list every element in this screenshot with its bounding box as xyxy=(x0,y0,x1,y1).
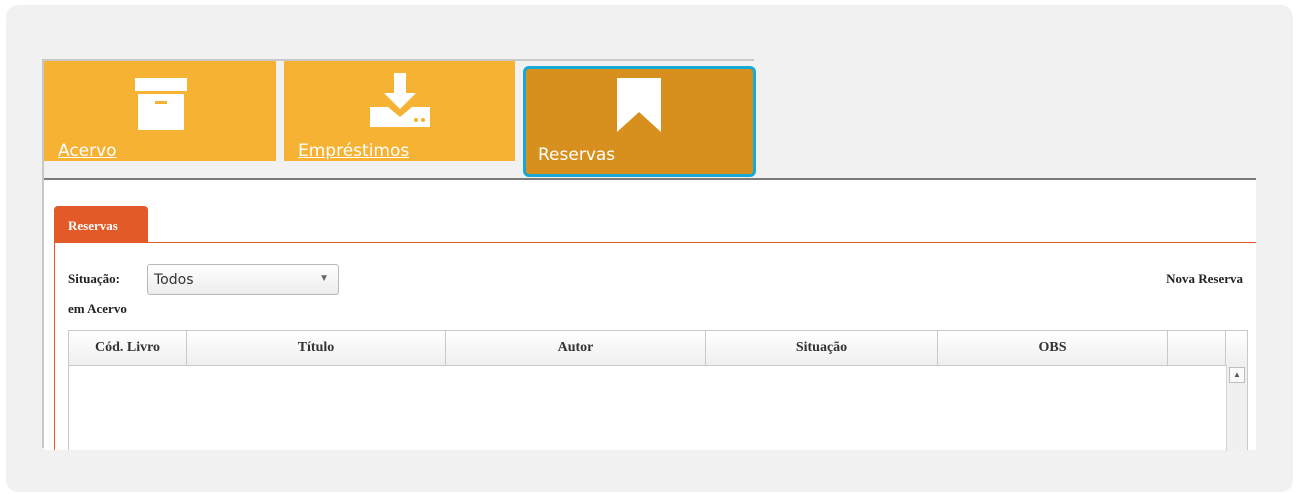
tile-acervo[interactable]: Acervo xyxy=(44,61,276,161)
tile-emprestimos-label: Empréstimos xyxy=(298,141,410,161)
tile-acervo-label: Acervo xyxy=(58,141,117,161)
situacao-select[interactable]: Todos ▼ xyxy=(147,264,339,295)
column-header-obs[interactable]: OBS xyxy=(938,331,1168,365)
content-left-border xyxy=(54,243,55,450)
column-header-cod-livro[interactable]: Cód. Livro xyxy=(69,331,187,365)
column-header-autor[interactable]: Autor xyxy=(446,331,706,365)
column-header-titulo[interactable]: Título xyxy=(187,331,446,365)
archive-box-icon xyxy=(135,78,187,130)
tab-underline xyxy=(54,242,1256,243)
table-header: Cód. Livro Título Autor Situação OBS xyxy=(69,331,1247,366)
tab-reservas[interactable]: Reservas xyxy=(54,206,148,243)
situacao-label: Situação: xyxy=(68,271,120,286)
chevron-down-icon: ▼ xyxy=(319,273,329,284)
bookmark-icon xyxy=(617,78,661,132)
nova-reserva-link[interactable]: Nova Reserva xyxy=(1166,271,1243,287)
tile-reservas[interactable]: Reservas xyxy=(523,66,756,177)
reservas-table: Cód. Livro Título Autor Situação OBS ▲ xyxy=(68,330,1248,451)
column-header-actions xyxy=(1168,331,1226,365)
column-header-situacao[interactable]: Situação xyxy=(706,331,938,365)
scroll-up-arrow-icon[interactable]: ▲ xyxy=(1229,367,1245,383)
em-acervo-label: em Acervo xyxy=(68,301,127,316)
tile-reservas-label: Reservas xyxy=(538,145,616,165)
situacao-select-value: Todos xyxy=(154,272,194,288)
table-scrollbar[interactable]: ▲ xyxy=(1226,365,1247,451)
tile-emprestimos[interactable]: Empréstimos xyxy=(284,61,515,161)
download-tray-icon xyxy=(370,73,430,127)
